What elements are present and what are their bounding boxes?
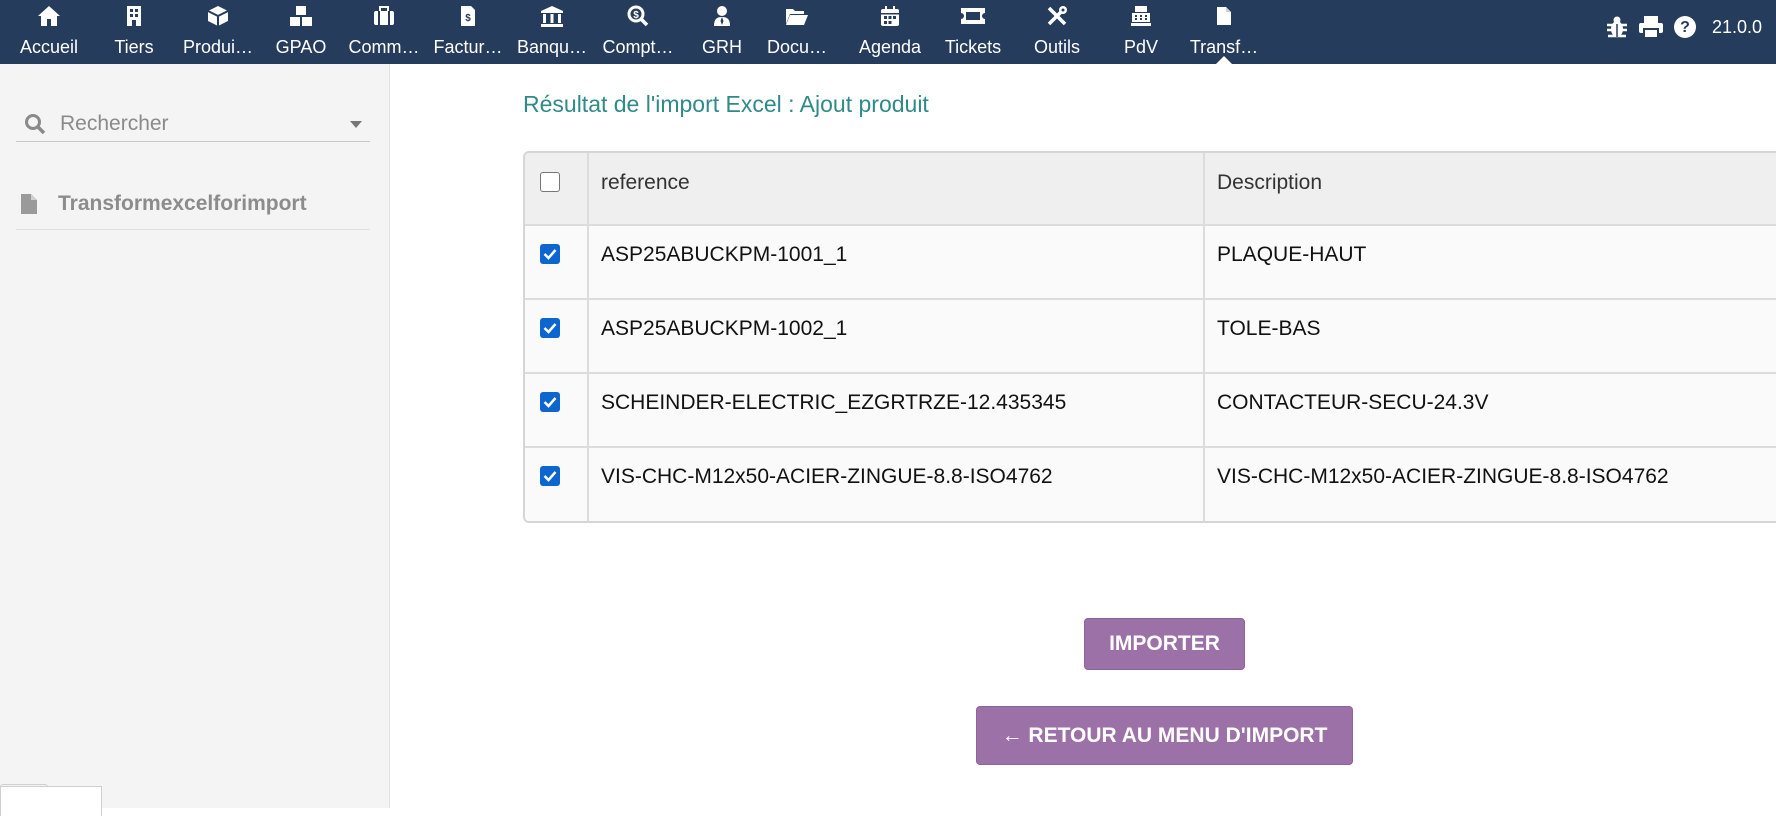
menu-transform-label: Transf… (1189, 37, 1259, 57)
menu-facturation[interactable]: $ Factur… (432, 0, 504, 64)
menu-comptabilite-label: Compt… (602, 37, 674, 57)
menu-facturation-label: Factur… (433, 37, 503, 57)
home-icon (37, 3, 61, 29)
column-header-description[interactable]: Description (1204, 153, 1776, 225)
menu-outils[interactable]: Outils (1026, 0, 1088, 64)
row-checkbox[interactable] (540, 244, 560, 264)
left-sidebar: Transformexcelforimport (0, 64, 390, 808)
select-all-cell (525, 153, 589, 225)
menu-pdv[interactable]: PdV (1116, 0, 1166, 64)
menu-commerce-label: Comm… (348, 37, 420, 57)
row-checkbox[interactable] (540, 392, 560, 412)
bottom-tooltip-stub (0, 786, 102, 816)
suitcase-icon (373, 3, 395, 29)
folder-open-icon (785, 3, 809, 29)
top-right-tools: ? 21.0.0 (1600, 12, 1776, 42)
cell-reference: ASP25ABUCKPM-1001_1 (588, 225, 1205, 299)
cell-reference: ASP25ABUCKPM-1002_1 (588, 299, 1205, 373)
select-all-checkbox[interactable] (540, 172, 560, 192)
table-row: SCHEINDER-ELECTRIC_EZGRTRZE-12.435345 CO… (525, 373, 1776, 447)
menu-agenda-label: Agenda (858, 37, 922, 57)
cell-description: TOLE-BAS (1217, 317, 1321, 340)
print-icon[interactable] (1634, 12, 1668, 42)
menu-commerce[interactable]: Comm… (346, 0, 422, 64)
svg-text:$: $ (465, 13, 471, 24)
cell-description: CONTACTEUR-SECU-24.3V (1217, 391, 1489, 414)
table-row: ASP25ABUCKPM-1002_1 TOLE-BAS (525, 299, 1776, 373)
menu-banque-label: Banqu… (516, 37, 588, 57)
top-menu-bar: Accueil Tiers Produi… GPAO Comm… $ Factu… (0, 0, 1776, 64)
calendar-icon (880, 3, 900, 29)
menu-tickets[interactable]: Tickets (940, 0, 1006, 64)
column-header-reference[interactable]: reference (588, 153, 1205, 225)
menu-agenda[interactable]: Agenda (854, 0, 926, 64)
menu-transform[interactable]: Transf… (1186, 0, 1262, 64)
file-icon (20, 193, 38, 215)
cash-register-icon (1130, 3, 1152, 29)
search-dollar-icon: $ (627, 3, 649, 29)
menu-pdv-label: PdV (1123, 37, 1159, 57)
svg-text:$: $ (633, 10, 639, 21)
sidebar-item-transformexcelforimport[interactable]: Transformexcelforimport (16, 178, 370, 230)
row-checkbox-cell (525, 447, 589, 521)
user-tie-icon (713, 3, 731, 29)
bank-icon (540, 3, 564, 29)
menu-accueil[interactable]: Accueil (14, 0, 84, 64)
file-icon (1216, 3, 1232, 29)
building-icon (126, 3, 142, 29)
row-checkbox[interactable] (540, 318, 560, 338)
back-to-import-menu-button[interactable]: ← RETOUR AU MENU D'IMPORT (976, 706, 1353, 765)
menu-tickets-label: Tickets (944, 37, 1002, 57)
import-button[interactable]: IMPORTER (1084, 618, 1245, 670)
cell-description: PLAQUE-HAUT (1217, 243, 1367, 266)
search-input[interactable] (60, 111, 340, 136)
ticket-icon (960, 3, 986, 29)
table-header-row: reference Description (525, 153, 1776, 225)
menu-grh-label: GRH (702, 37, 742, 57)
menu-gpao-label: GPAO (275, 37, 327, 57)
invoice-icon: $ (460, 3, 476, 29)
cell-reference: VIS-CHC-M12x50-ACIER-ZINGUE-8.8-ISO4762 (588, 447, 1205, 521)
search-icon (24, 113, 46, 135)
menu-banque[interactable]: Banqu… (516, 0, 588, 64)
menu-outils-label: Outils (1033, 37, 1080, 57)
table-row: ASP25ABUCKPM-1001_1 PLAQUE-HAUT (525, 225, 1776, 299)
row-checkbox-cell (525, 225, 589, 299)
menu-tiers[interactable]: Tiers (104, 0, 164, 64)
tools-icon (1046, 3, 1068, 29)
menu-produits[interactable]: Produi… (178, 0, 258, 64)
search-dropdown-caret-icon[interactable] (350, 121, 362, 128)
menu-produits-label: Produi… (182, 37, 254, 57)
bug-icon[interactable] (1600, 12, 1634, 42)
menu-tiers-label: Tiers (114, 37, 154, 57)
row-checkbox[interactable] (540, 466, 560, 486)
sidebar-item-label: Transformexcelforimport (58, 191, 307, 215)
menu-grh[interactable]: GRH (694, 0, 750, 64)
row-checkbox-cell (525, 299, 589, 373)
page-title: Résultat de l'import Excel : Ajout produ… (523, 91, 929, 117)
import-result-table: reference Description ASP25ABUCKPM-1001_… (523, 151, 1776, 523)
cell-description: VIS-CHC-M12x50-ACIER-ZINGUE-8.8-ISO4762 (1217, 465, 1669, 488)
cube-icon (207, 3, 229, 29)
row-checkbox-cell (525, 373, 589, 447)
table-row: VIS-CHC-M12x50-ACIER-ZINGUE-8.8-ISO4762 … (525, 447, 1776, 521)
menu-documents[interactable]: Docu… (762, 0, 832, 64)
help-icon[interactable]: ? (1668, 12, 1702, 42)
version-label: 21.0.0 (1711, 16, 1762, 37)
menu-documents-label: Docu… (766, 37, 828, 57)
cubes-icon (289, 3, 313, 29)
svg-text:?: ? (1680, 19, 1690, 36)
menu-comptabilite[interactable]: $ Compt… (600, 0, 676, 64)
cell-reference: SCHEINDER-ELECTRIC_EZGRTRZE-12.435345 (588, 373, 1205, 447)
search-box (16, 106, 370, 142)
menu-accueil-label: Accueil (19, 37, 79, 57)
menu-gpao[interactable]: GPAO (268, 0, 334, 64)
